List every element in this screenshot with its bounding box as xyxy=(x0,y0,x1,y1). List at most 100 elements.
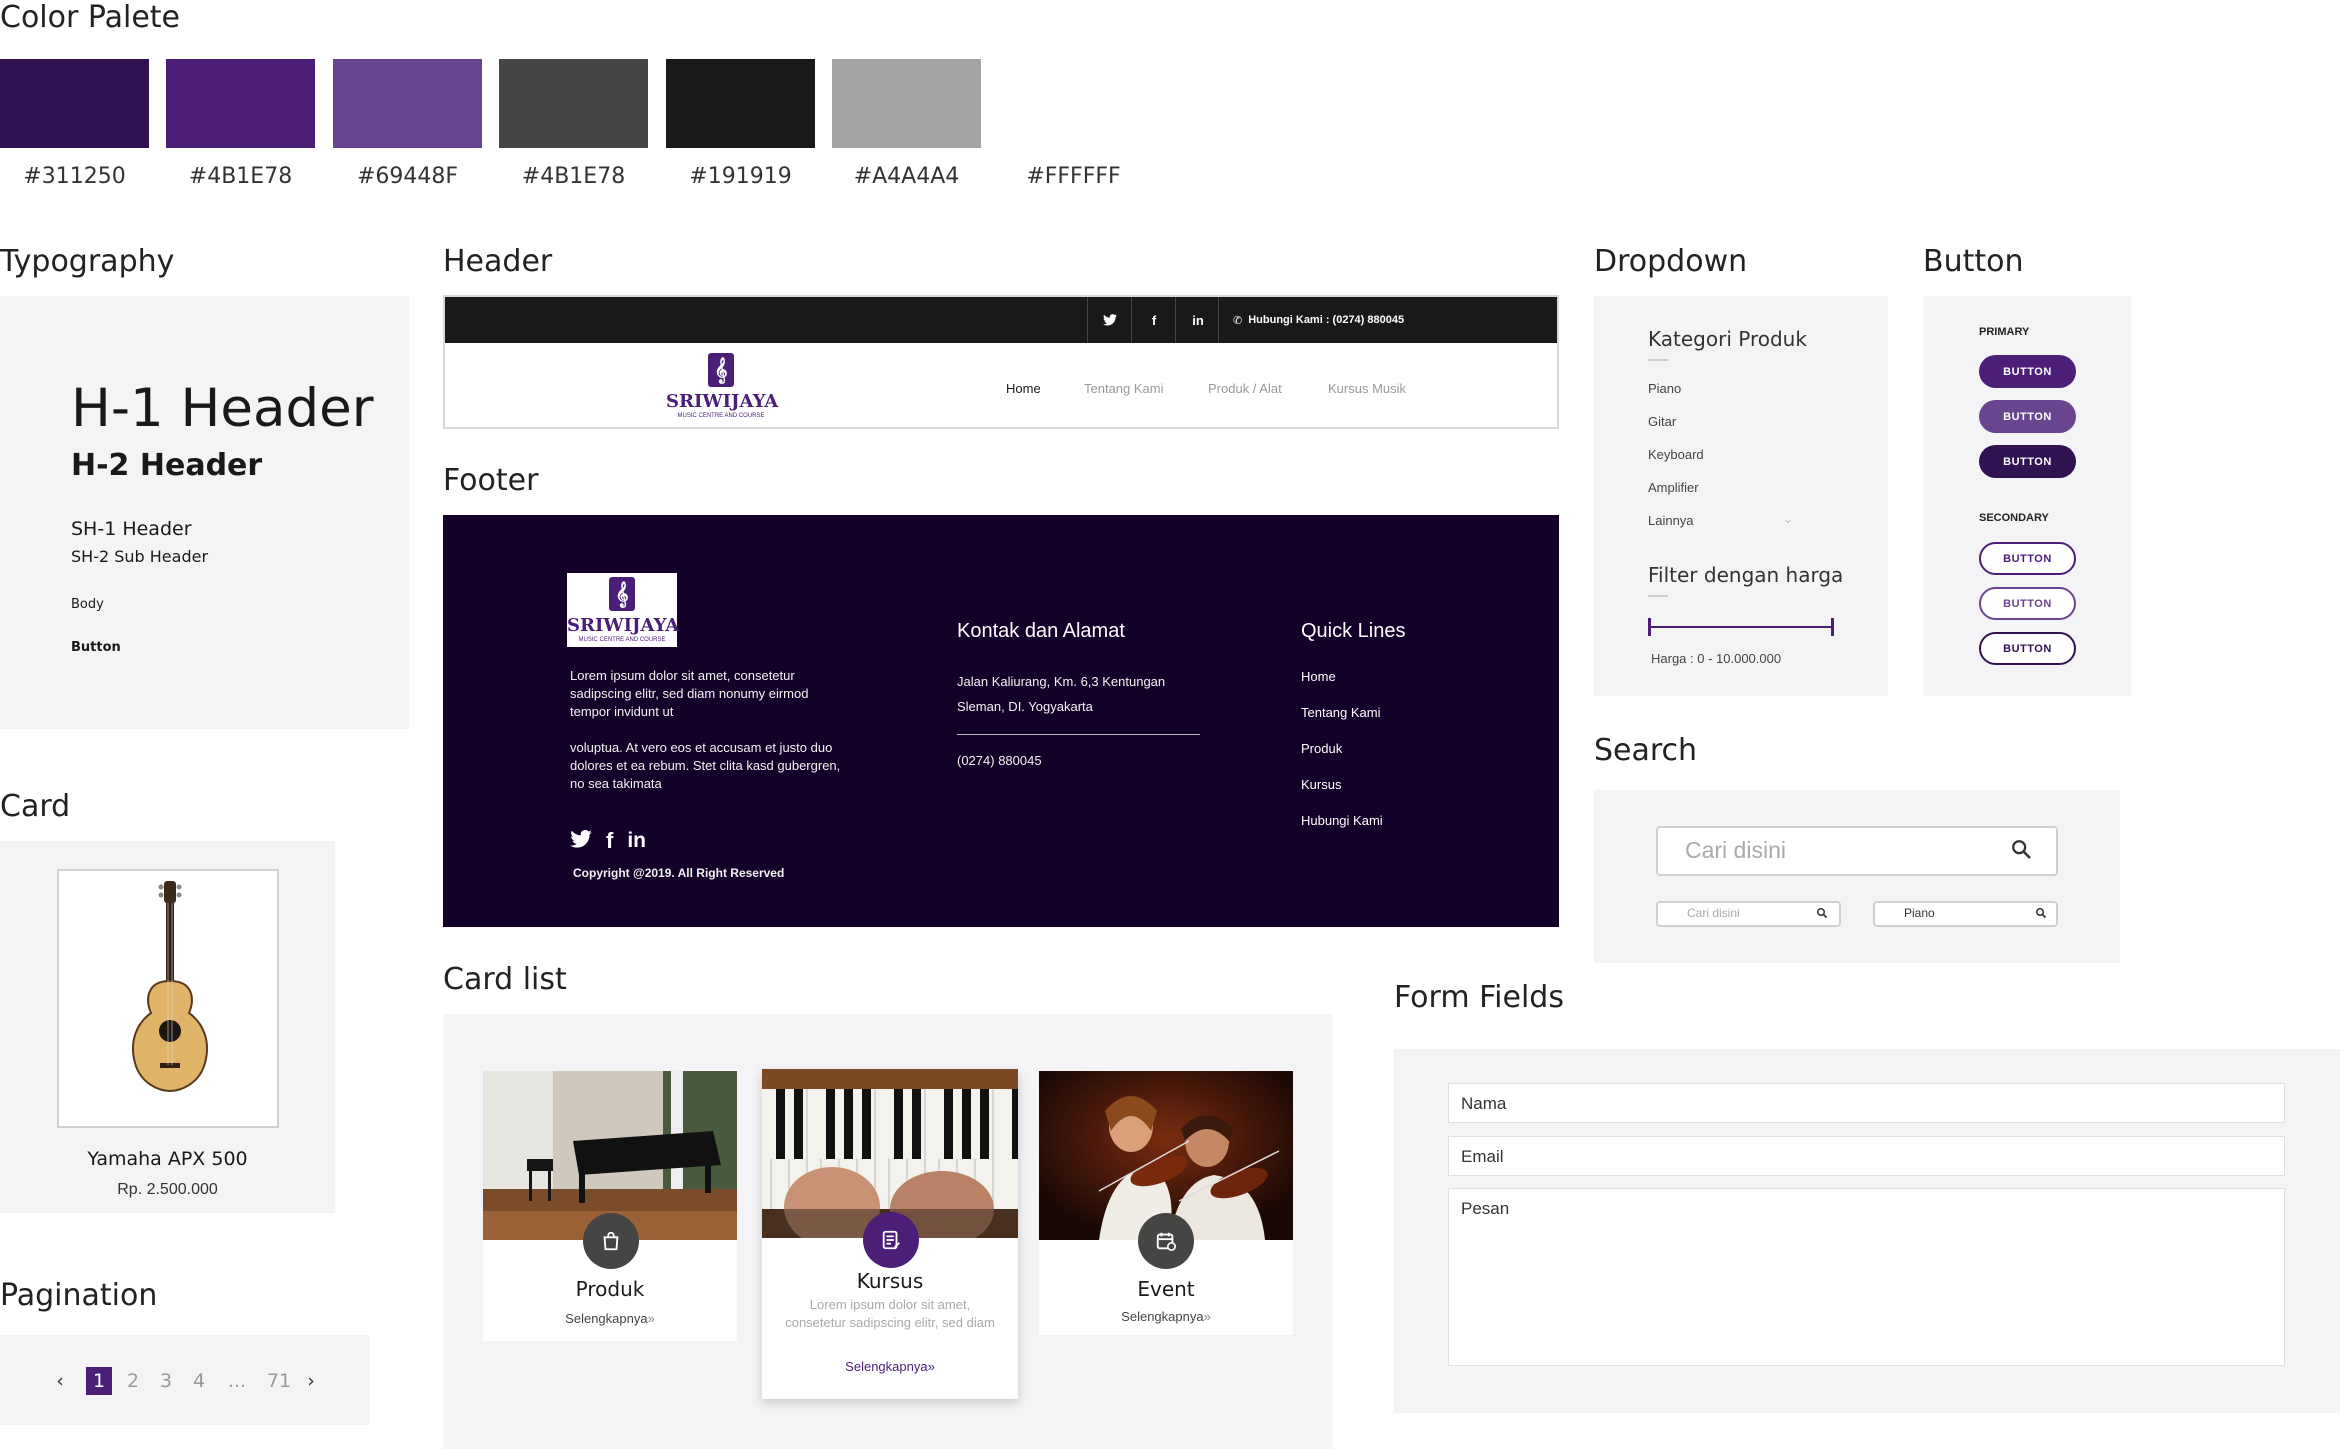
search-value: Piano xyxy=(1904,906,1935,920)
dropdown-section-title: Dropdown xyxy=(1594,244,1748,279)
body-sample: Body xyxy=(71,597,104,612)
chevron-down-icon[interactable]: ⌄ xyxy=(1783,512,1793,526)
search-section-title: Search xyxy=(1594,733,1698,768)
nav-produk[interactable]: Produk / Alat xyxy=(1208,381,1282,396)
search-icon[interactable] xyxy=(2010,838,2032,865)
footer-logo[interactable]: 𝄞 SRIWIJAYA MUSIC CENTRE AND COURSE xyxy=(567,573,680,647)
footer-paragraph: voluptua. At vero eos et accusam et just… xyxy=(570,740,841,791)
h1-sample: H-1 Header xyxy=(71,378,374,439)
card-title: Produk xyxy=(575,1277,645,1301)
search-input-large[interactable]: Cari disini xyxy=(1656,826,2058,876)
form-section-title: Form Fields xyxy=(1394,980,1564,1015)
category-item-amplifier[interactable]: Amplifier xyxy=(1648,480,1699,495)
price-range-slider[interactable] xyxy=(1648,626,1834,628)
nav-home[interactable]: Home xyxy=(1006,381,1041,396)
secondary-button[interactable]: BUTTON xyxy=(1979,542,2076,575)
twitter-icon[interactable] xyxy=(570,829,592,853)
primary-button-hover[interactable]: BUTTON xyxy=(1979,400,2076,433)
pagination-section-title: Pagination xyxy=(0,1278,158,1313)
chevron-left-icon[interactable]: ‹ xyxy=(50,1367,70,1395)
category-item-lainnya[interactable]: Lainnya xyxy=(1648,513,1694,528)
color-swatch xyxy=(499,59,648,148)
category-item-gitar[interactable]: Gitar xyxy=(1648,414,1676,429)
slider-handle-min[interactable] xyxy=(1648,618,1651,636)
product-image[interactable] xyxy=(57,869,279,1128)
email-field-placeholder: Email xyxy=(1461,1147,1504,1166)
read-more-link[interactable]: Selengkapnya» xyxy=(1039,1309,1293,1324)
chevron-right-icon[interactable]: › xyxy=(301,1367,321,1395)
logo-name: SRIWIJAYA xyxy=(567,615,680,636)
page-ellipsis: ... xyxy=(227,1370,247,1392)
facebook-icon[interactable]: f xyxy=(606,828,613,854)
secondary-label: SECONDARY xyxy=(1979,512,2049,524)
linkedin-icon[interactable]: in xyxy=(1175,297,1220,343)
secondary-button-hover[interactable]: BUTTON xyxy=(1979,587,2076,620)
color-swatch xyxy=(333,59,482,148)
color-swatch-label: #4B1E78 xyxy=(188,164,293,189)
color-swatch-label: #311250 xyxy=(23,164,126,189)
card-produk[interactable]: Produk Selengkapnya» xyxy=(483,1071,737,1341)
primary-button[interactable]: BUTTON xyxy=(1979,355,2076,388)
search-icon[interactable] xyxy=(1816,906,1828,924)
nav-tentang-kami[interactable]: Tentang Kami xyxy=(1084,381,1164,396)
card-description: Lorem ipsum dolor sit amet, consetetur s… xyxy=(785,1297,995,1330)
card-list-section-title: Card list xyxy=(443,962,567,997)
search-input-small[interactable]: Cari disini xyxy=(1656,901,1841,927)
footer-link-kursus[interactable]: Kursus xyxy=(1301,777,1341,792)
name-field-placeholder: Nama xyxy=(1461,1094,1507,1113)
category-item-keyboard[interactable]: Keyboard xyxy=(1648,447,1704,462)
header-contact[interactable]: ✆ Hubungi Kami : (0274) 880045 xyxy=(1218,297,1404,343)
page-1[interactable]: 1 xyxy=(86,1367,112,1395)
page-71[interactable]: 71 xyxy=(264,1367,294,1395)
sh2-sample: SH-2 Sub Header xyxy=(71,547,209,566)
color-swatch xyxy=(0,59,149,148)
name-field[interactable]: Nama xyxy=(1448,1083,2285,1123)
email-field[interactable]: Email xyxy=(1448,1136,2285,1176)
footer-link-hubungi-kami[interactable]: Hubungi Kami xyxy=(1301,813,1383,828)
site-header-mock: f in ✆ Hubungi Kami : (0274) 880045 𝄞 SR… xyxy=(443,295,1559,429)
page-4[interactable]: 4 xyxy=(186,1367,212,1395)
footer-paragraph: Lorem ipsum dolor sit amet, consetetur s… xyxy=(570,668,809,719)
color-swatch xyxy=(832,59,981,148)
header-logo[interactable]: 𝄞 SRIWIJAYA MUSIC CENTRE AND COURSE xyxy=(666,349,778,423)
page-3[interactable]: 3 xyxy=(153,1367,179,1395)
primary-label: PRIMARY xyxy=(1979,326,2030,338)
footer-section-title: Footer xyxy=(443,463,539,498)
site-footer-mock: 𝄞 SRIWIJAYA MUSIC CENTRE AND COURSE Lore… xyxy=(443,515,1559,927)
footer-link-produk[interactable]: Produk xyxy=(1301,741,1342,756)
search-input-filled[interactable]: Piano xyxy=(1873,901,2058,927)
primary-button-active[interactable]: BUTTON xyxy=(1979,445,2076,478)
footer-contact-title: Kontak dan Alamat xyxy=(957,620,1125,642)
footer-social: f in xyxy=(570,828,646,854)
footer-link-home[interactable]: Home xyxy=(1301,669,1336,684)
button-section-title: Button xyxy=(1923,244,2024,279)
phone-icon: ✆ xyxy=(1233,314,1243,327)
twitter-icon[interactable] xyxy=(1087,297,1132,343)
product-price: Rp. 2.500.000 xyxy=(117,1181,218,1198)
linkedin-icon[interactable]: in xyxy=(627,829,646,853)
search-placeholder: Cari disini xyxy=(1685,837,1786,863)
message-field[interactable]: Pesan xyxy=(1448,1188,2285,1366)
typography-title: Typography xyxy=(0,244,175,279)
calendar-icon xyxy=(1138,1213,1194,1269)
footer-links-title: Quick Lines xyxy=(1301,620,1406,642)
card-section-title: Card xyxy=(0,789,71,824)
logo-sub: MUSIC CENTRE AND COURSE xyxy=(578,637,666,643)
card-event[interactable]: Event Selengkapnya» xyxy=(1039,1071,1293,1335)
read-more-link[interactable]: Selengkapnya» xyxy=(483,1311,737,1326)
color-swatch xyxy=(666,59,815,148)
category-item-piano[interactable]: Piano xyxy=(1648,381,1681,396)
nav-kursus-musik[interactable]: Kursus Musik xyxy=(1328,381,1406,396)
clef-icon: 𝄞 xyxy=(609,577,635,611)
read-more-link[interactable]: Selengkapnya» xyxy=(762,1359,1018,1374)
color-swatch xyxy=(999,59,1148,148)
search-icon[interactable] xyxy=(2035,906,2047,924)
footer-link-tentang-kami[interactable]: Tentang Kami xyxy=(1301,705,1381,720)
secondary-button-active[interactable]: BUTTON xyxy=(1979,632,2076,665)
slider-handle-max[interactable] xyxy=(1831,618,1834,636)
facebook-icon[interactable]: f xyxy=(1131,297,1176,343)
footer-address: Sleman, DI. Yogyakarta xyxy=(957,699,1093,714)
card-kursus[interactable]: Kursus Lorem ipsum dolor sit amet, conse… xyxy=(762,1069,1018,1399)
page-2[interactable]: 2 xyxy=(120,1367,146,1395)
header-section-title: Header xyxy=(443,244,553,279)
